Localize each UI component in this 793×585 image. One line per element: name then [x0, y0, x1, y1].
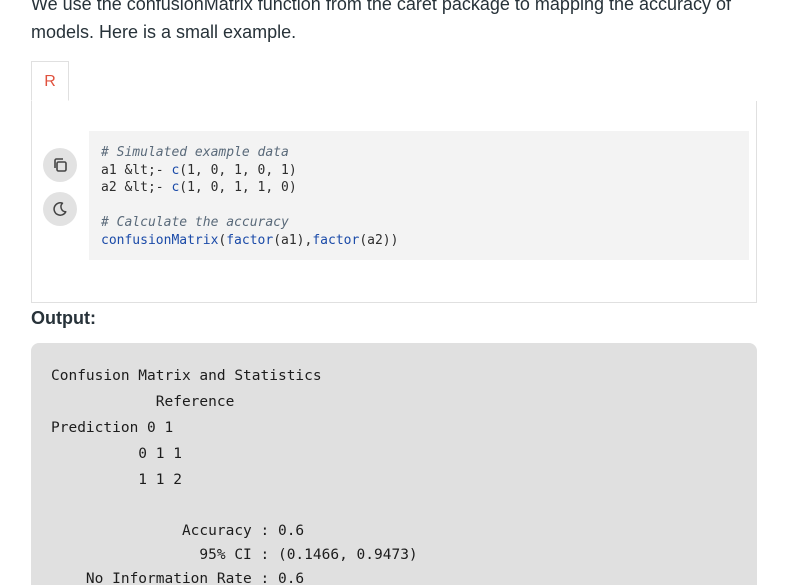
code-line: a2 &lt;- c(1, 0, 1, 1, 0)	[101, 179, 737, 197]
code-line: a1 &lt;- c(1, 0, 1, 0, 1)	[101, 162, 737, 180]
code-token-function: factor	[226, 232, 274, 248]
code-card: # Simulated example data a1 &lt;- c(1, 0…	[31, 101, 757, 303]
output-line: Confusion Matrix and Statistics	[51, 368, 322, 384]
toggle-theme-button[interactable]	[43, 192, 77, 226]
copy-code-button[interactable]	[43, 148, 77, 182]
code-language-tabs: R	[31, 61, 757, 102]
code-line: confusionMatrix(factor(a1),factor(a2))	[101, 232, 737, 250]
intro-paragraph: We use the confusionMatrix function from…	[31, 0, 732, 42]
output-line: 1 1 2	[51, 472, 182, 488]
code-line-comment: # Simulated example data	[101, 145, 289, 160]
code-token: (1, 0, 1, 1, 0)	[179, 180, 297, 195]
code-token: (1, 0, 1, 0, 1)	[179, 162, 297, 178]
moon-icon	[53, 202, 67, 216]
tab-r[interactable]: R	[31, 61, 69, 101]
output-block: Confusion Matrix and Statistics Referenc…	[31, 343, 757, 585]
output-line: 95% CI : (0.1466, 0.9473)	[51, 547, 418, 563]
code-token: a1 &lt;-	[101, 162, 172, 178]
code-token: (a1),	[273, 232, 313, 248]
output-heading: Output:	[31, 308, 96, 328]
output-line: Accuracy : 0.6	[51, 523, 305, 539]
output-line: Reference	[51, 394, 235, 410]
code-token-function: factor	[312, 232, 360, 248]
copy-icon	[54, 158, 67, 172]
code-line-comment: # Calculate the accuracy	[101, 215, 289, 230]
output-line: No Information Rate : 0.6	[51, 571, 305, 585]
output-line-blank	[51, 493, 737, 519]
output-line: 0 1 1	[51, 446, 182, 462]
code-block: # Simulated example data a1 &lt;- c(1, 0…	[89, 131, 749, 260]
code-token-function: confusionMatrix	[101, 232, 219, 248]
code-token: a2 &lt;-	[101, 180, 172, 195]
output-line: Prediction 0 1	[51, 420, 174, 436]
code-token: (a2))	[359, 232, 399, 248]
